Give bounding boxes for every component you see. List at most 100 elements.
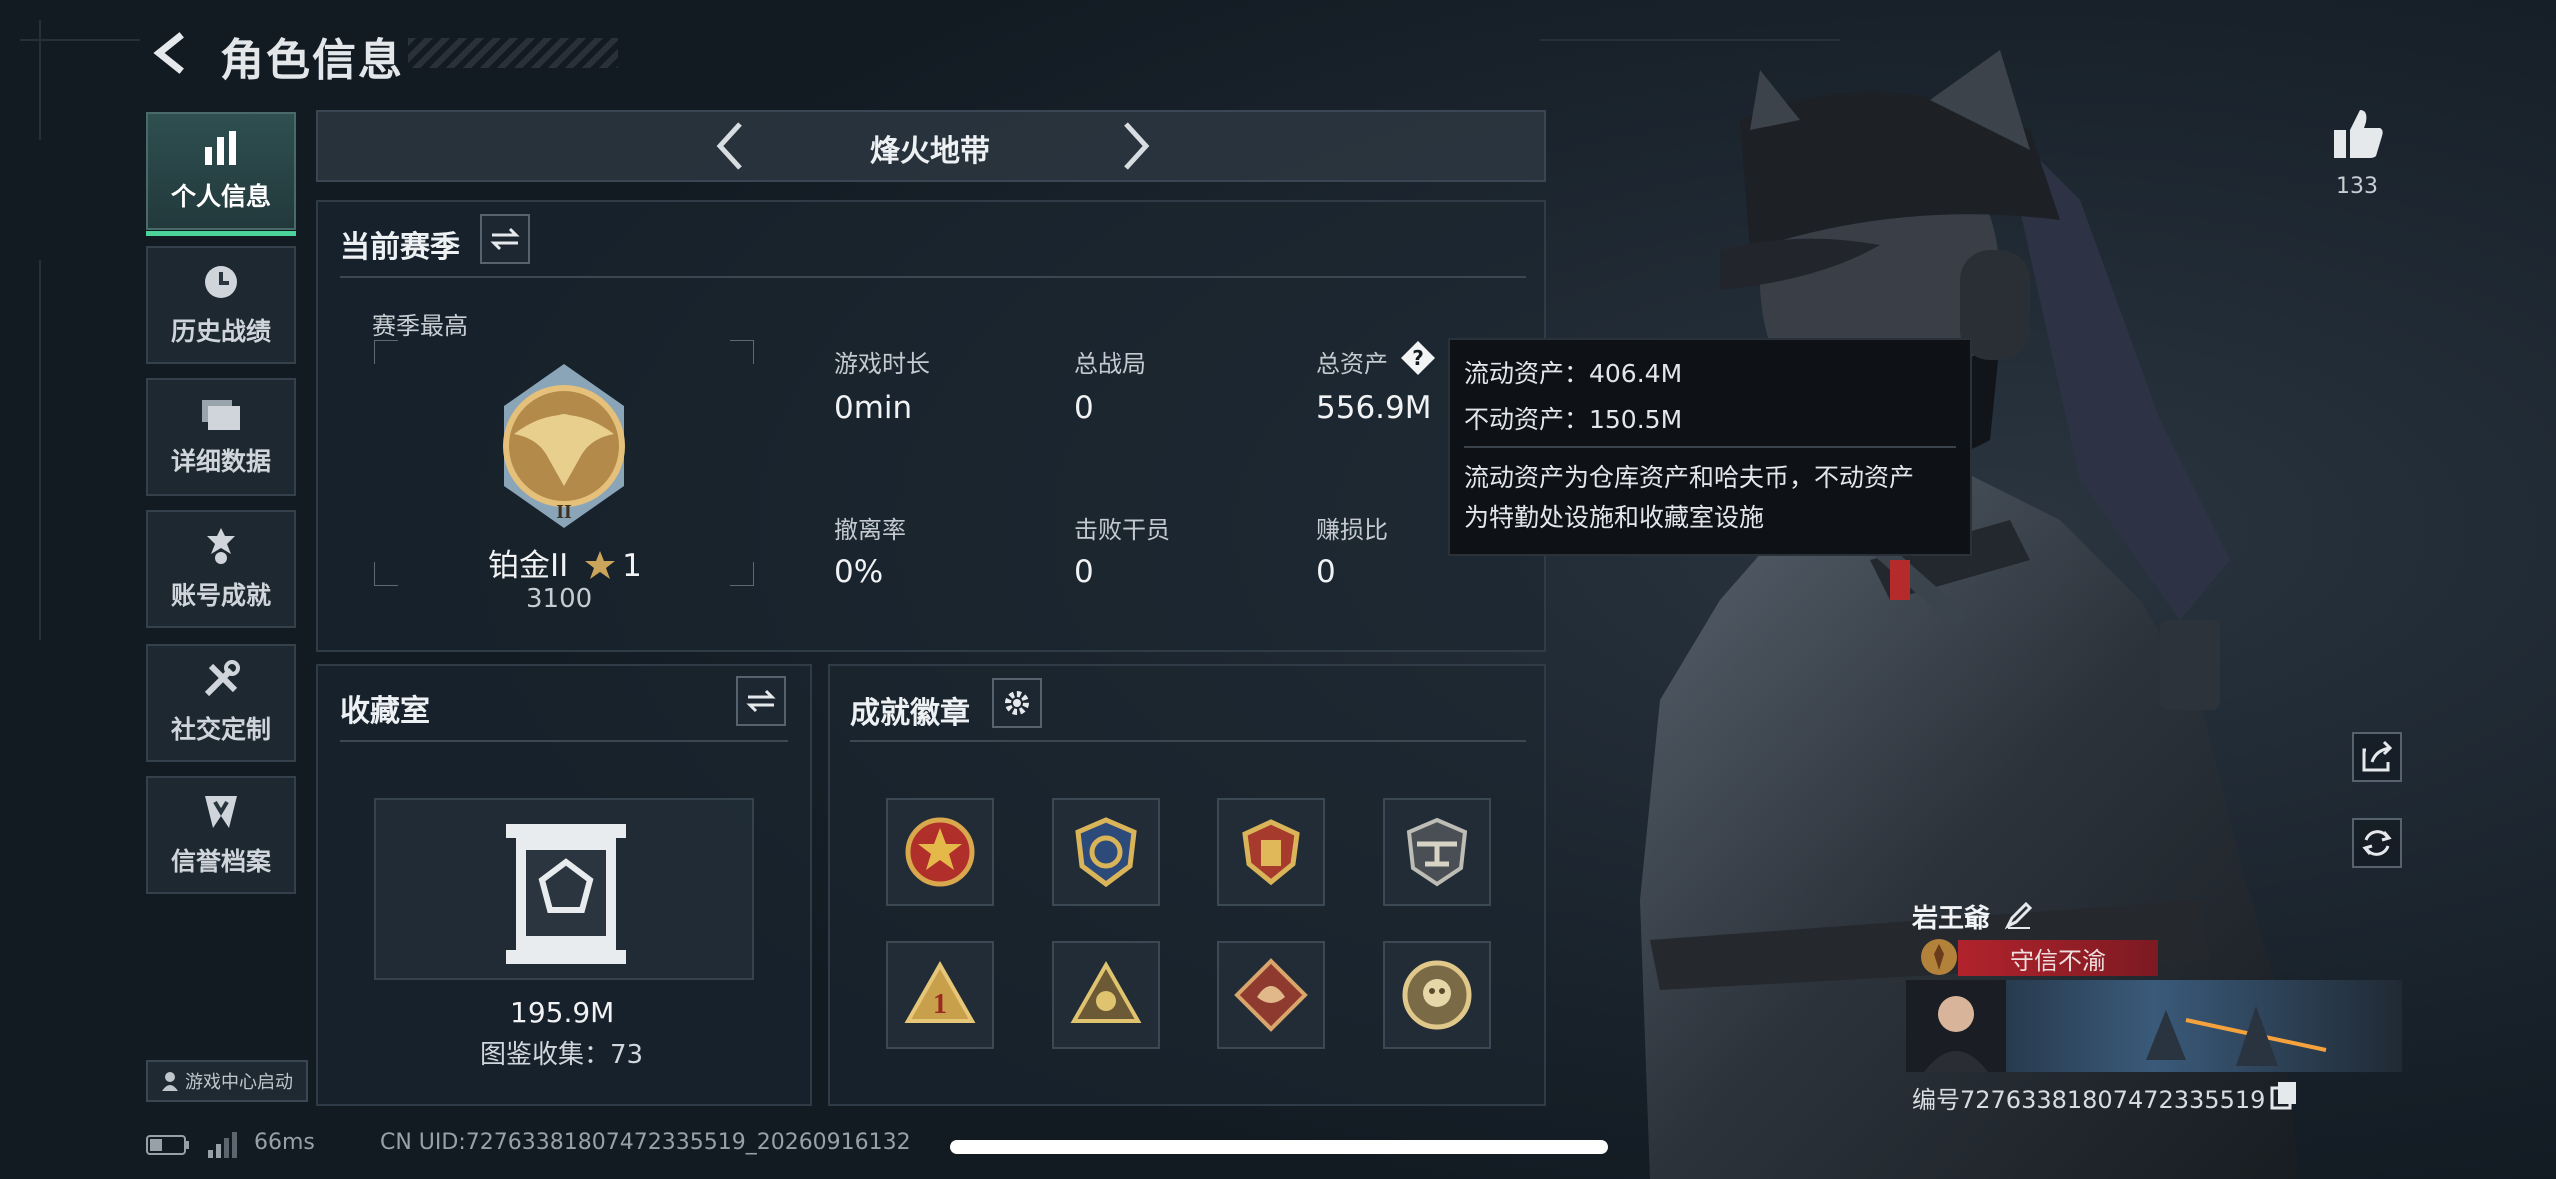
home-indicator[interactable] — [950, 1140, 1608, 1154]
tooltip-fixed-assets: 不动资产：150.5M — [1464, 405, 1683, 434]
assets-tooltip: 流动资产：406.4M 不动资产：150.5M 流动资产为仓库资产和哈夫币，不动… — [1448, 338, 1972, 556]
tooltip-description-line2: 为特勤处设施和收藏室设施 — [1464, 503, 1765, 532]
display-case-icon — [506, 824, 626, 964]
achievement-badge[interactable] — [1217, 798, 1325, 906]
rank-emblem-icon: II — [503, 364, 625, 528]
edit-name-button[interactable] — [2004, 900, 2034, 930]
achievements-title: 成就徽章 — [850, 696, 970, 731]
player-motto: 守信不渝 — [1958, 940, 2158, 976]
collection-switch-button[interactable] — [736, 676, 786, 726]
sidebar-item-label: 历史战绩 — [170, 317, 271, 346]
mode-name: 烽火地带 — [870, 134, 990, 169]
season-title: 当前赛季 — [340, 230, 460, 265]
game-center-label: 游戏中心启动 — [185, 1072, 293, 1093]
prev-mode-button[interactable] — [706, 116, 756, 176]
achievement-badge[interactable]: 1 — [886, 941, 994, 1049]
divider — [340, 740, 788, 742]
svg-text:?: ? — [1412, 346, 1424, 370]
achievement-badge[interactable] — [1383, 941, 1491, 1049]
stat-value-extraction-rate: 0% — [834, 554, 884, 590]
copy-uid-button[interactable] — [2270, 1080, 2298, 1110]
player-banner[interactable] — [1906, 980, 2402, 1072]
rank-tier: 铂金II — [488, 548, 569, 584]
collection-display[interactable] — [374, 798, 754, 980]
achievement-badge[interactable] — [1052, 941, 1160, 1049]
achievement-badge[interactable] — [1052, 798, 1160, 906]
refresh-icon — [2362, 830, 2392, 856]
sidebar-item-label: 账号成就 — [170, 581, 271, 610]
achievement-badge[interactable] — [1383, 798, 1491, 906]
sidebar-item-detailed-data[interactable]: 详细数据 — [146, 378, 296, 496]
star-badge-icon — [905, 817, 975, 887]
latency-readout: 66ms — [254, 1130, 315, 1155]
achievement-badge[interactable] — [886, 798, 994, 906]
number-one-badge-icon: 1 — [904, 960, 976, 1023]
back-button[interactable] — [146, 28, 196, 78]
tooltip-description-line1: 流动资产为仓库资产和哈夫币，不动资产 — [1464, 463, 1915, 492]
player-name: 岩王爺 — [1912, 904, 1991, 934]
next-mode-button[interactable] — [1110, 116, 1160, 176]
triangle-badge-icon — [1070, 960, 1142, 1023]
tools-icon — [204, 660, 240, 697]
svg-text:II: II — [556, 501, 572, 523]
page-title: 角色信息 — [220, 35, 404, 86]
sidebar-item-label: 信誉档案 — [170, 847, 271, 876]
like-button[interactable] — [2328, 104, 2388, 164]
stat-value-total-assets: 556.9M — [1316, 390, 1432, 426]
folder-icon — [202, 400, 240, 430]
stat-label-total-matches: 总战局 — [1074, 350, 1146, 378]
share-button[interactable] — [2352, 732, 2402, 782]
battery-icon — [146, 1135, 189, 1155]
shield-badge-icon — [1242, 819, 1300, 886]
stat-label-total-assets: 总资产 — [1316, 350, 1388, 378]
refresh-button[interactable] — [2352, 818, 2402, 868]
sidebar-item-credit-file[interactable]: 信誉档案 — [146, 776, 296, 894]
reputation-emblem-icon — [1921, 939, 1957, 975]
title-decoration — [408, 38, 618, 68]
player-uid: 编号7276338180747233551​9 — [1912, 1086, 2266, 1114]
medal-icon — [207, 528, 235, 564]
sidebar-item-personal-info[interactable]: 个人信息 — [146, 112, 296, 236]
swap-icon — [490, 227, 520, 251]
skull-badge-icon — [1402, 960, 1472, 1030]
stat-value-profit-loss-ratio: 0 — [1316, 554, 1336, 590]
bar-chart-icon — [205, 131, 236, 165]
helicopter-badge-icon — [1406, 817, 1468, 887]
eagle-badge-icon — [1075, 817, 1137, 888]
copy-icon — [2270, 1082, 2296, 1110]
sidebar-item-social-custom[interactable]: 社交定制 — [146, 644, 296, 762]
stat-label-playtime: 游戏时长 — [834, 350, 930, 378]
star-icon — [585, 551, 616, 579]
thumbs-up-icon — [2334, 110, 2383, 158]
sidebar-item-label: 个人信息 — [170, 182, 271, 211]
svg-text:1: 1 — [933, 989, 947, 1020]
sidebar-item-achievements[interactable]: 账号成就 — [146, 510, 296, 628]
stat-value-total-matches: 0 — [1074, 390, 1094, 426]
game-center-launch-button[interactable]: 游戏中心启动 — [146, 1060, 308, 1102]
stat-value-playtime: 0min — [834, 390, 913, 426]
sidebar-item-label: 社交定制 — [170, 715, 271, 744]
stat-label-operators-defeated: 击败干员 — [1074, 516, 1170, 544]
season-switch-button[interactable] — [480, 214, 530, 264]
chevron-left-icon — [716, 122, 742, 170]
help-icon[interactable]: ? — [1400, 340, 1436, 376]
divider — [1464, 446, 1956, 448]
divider — [850, 740, 1526, 742]
collection-value: 195.9M — [510, 996, 615, 1029]
clock-icon — [205, 266, 237, 298]
rank-score: 3100 — [526, 584, 593, 614]
achievements-settings-button[interactable] — [992, 678, 1042, 728]
tooltip-liquid-assets: 流动资产：406.4M — [1464, 359, 1683, 388]
sidebar-item-match-history[interactable]: 历史战绩 — [146, 246, 296, 364]
chevron-left-icon — [153, 32, 184, 74]
shield-icon — [205, 796, 237, 828]
stat-label-extraction-rate: 撤离率 — [834, 516, 906, 544]
like-count: 133 — [2336, 174, 2378, 199]
sidebar-item-label: 详细数据 — [170, 447, 271, 476]
cn-uid: CN UID:7276338180747233551​9_20260916132 — [380, 1130, 911, 1155]
achievement-badge[interactable] — [1217, 941, 1325, 1049]
dragon-badge-icon — [1234, 958, 1308, 1032]
swap-icon — [746, 689, 776, 713]
stat-label-profit-loss-ratio: 赚损比 — [1316, 516, 1388, 544]
rank-name: 铂金II 1 — [488, 540, 642, 585]
